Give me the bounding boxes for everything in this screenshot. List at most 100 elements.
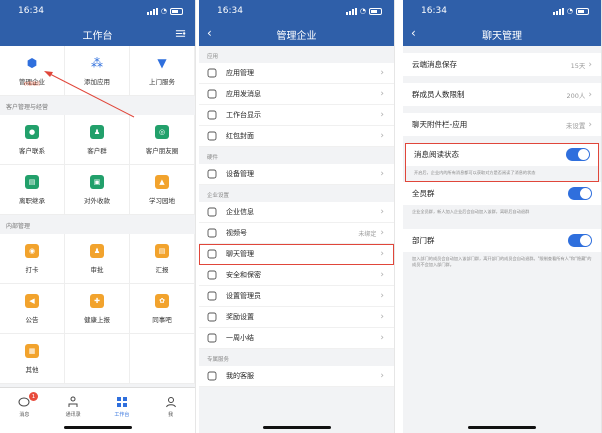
app-label: 审批	[90, 265, 104, 274]
app-more-apps[interactable]: ▦ 其他	[0, 334, 65, 384]
home-indicator	[468, 426, 536, 429]
cloud-message-retention-row[interactable]: 云端消息保存 15天 ›	[403, 53, 601, 76]
manage-enterprise-screen: 16:34 ◔ ‹ 管理企业 应用 应用管理 › 应用发消息 › 工作台显示 › 红包封面 › 硬件设…	[199, 0, 395, 433]
settings-row[interactable]: 设备管理 ›	[199, 164, 394, 185]
display-icon	[207, 110, 217, 120]
report-icon: ▤	[155, 243, 169, 258]
row-label: 消息阅读状态	[414, 150, 459, 159]
row-label: 全员群	[412, 189, 435, 199]
wifi-icon: ◔	[566, 7, 573, 15]
read-status-toggle[interactable]	[566, 148, 590, 161]
settings-row[interactable]: 应用管理 ›	[199, 63, 394, 84]
section-header: 硬件	[207, 155, 219, 161]
tab-profile[interactable]: 我	[146, 388, 195, 433]
app-camera[interactable]: ◎ 客户朋友圈	[130, 115, 195, 165]
app-label: 离职继承	[19, 196, 45, 205]
settings-row[interactable]: 视频号 未绑定 ›	[199, 223, 394, 244]
row-value: 未设置	[565, 121, 586, 130]
chevron-right-icon: ›	[380, 228, 384, 238]
location-icon: ◉	[25, 243, 39, 258]
red-envelope-icon	[207, 131, 217, 141]
top-apps-grid: ⬢ 管理企业 仅管理员 ⁂ 添加应用 ▼ 上门服务	[0, 46, 195, 96]
headset-icon	[207, 371, 217, 381]
grid-plus-icon: ⁂	[90, 55, 104, 70]
chevron-right-icon: ›	[380, 169, 384, 179]
row-label: 群成员人数限制	[412, 90, 465, 99]
app-shield-gear[interactable]: ⬢ 管理企业 仅管理员	[0, 46, 65, 96]
home-indicator	[63, 426, 132, 429]
app-chat[interactable]: ● 客户联系	[0, 115, 65, 165]
settings-row[interactable]: 一周小结 ›	[199, 328, 394, 349]
settings-row[interactable]: 红包封面 ›	[199, 126, 394, 147]
app-megaphone[interactable]: ◀ 公告	[0, 284, 65, 334]
app-report[interactable]: ▤ 汇报	[130, 234, 195, 284]
app-grid-plus[interactable]: ⁂ 添加应用	[65, 46, 130, 96]
section-header: 应用	[207, 54, 219, 60]
section-header: 企业设置	[207, 193, 230, 199]
approve-icon: ♟	[90, 243, 104, 258]
settings-row[interactable]: 企业信息 ›	[199, 202, 394, 223]
chevron-right-icon: ›	[380, 249, 384, 259]
row-label: 企业信息	[226, 208, 254, 216]
app-label: 健康上报	[84, 315, 110, 324]
app-wallet[interactable]: ▣ 对外收款	[65, 165, 130, 215]
chat-attachment-apps-row[interactable]: 聊天附件栏-应用 未设置 ›	[403, 113, 601, 136]
row-label: 应用发消息	[226, 90, 261, 98]
row-label: 视频号	[226, 229, 247, 237]
internal-apps-grid: ◉ 打卡 ♟ 审批 ▤ 汇报 ◀ 公告 ✚ 健康上报 ✿ 同事吧 ▦ 其他	[0, 234, 195, 384]
signal-icon	[552, 7, 564, 15]
page-title: 工作台	[82, 30, 113, 42]
app-label: 对外收款	[84, 196, 110, 205]
settings-row[interactable]: 设置管理员 ›	[199, 286, 394, 307]
video-icon	[207, 228, 217, 238]
chat-management-row[interactable]: 聊天管理 ›	[199, 244, 394, 265]
admin-icon	[207, 291, 217, 301]
app-tie[interactable]: ▼ 上门服务	[130, 46, 195, 96]
app-health[interactable]: ✚ 健康上报	[65, 284, 130, 334]
more-apps-icon: ▦	[25, 343, 39, 358]
department-group-toggle[interactable]	[568, 233, 592, 247]
page-title: 聊天管理	[482, 30, 522, 42]
home-indicator	[262, 426, 331, 429]
settings-row[interactable]: 安全和保密 ›	[199, 265, 394, 286]
app-user[interactable]: ♟ 客户群	[65, 115, 130, 165]
app-label: 添加应用	[84, 77, 110, 86]
settings-menu-icon[interactable]	[175, 28, 186, 39]
nav-bar: ‹ 管理企业	[199, 22, 394, 46]
settings-row[interactable]: 工作台显示 ›	[199, 105, 394, 126]
signal-icon	[345, 7, 357, 15]
row-label: 云端消息保存	[412, 60, 457, 69]
settings-row[interactable]: 我的客服 ›	[199, 366, 394, 387]
tab-label: 通讯录	[65, 412, 81, 418]
workbench-screen: 16:34 ◔ 工作台 ⬢ 管理企业 仅管理员 ⁂ 添加应用 ▼ 上门服务 客户管理与经营 ●…	[0, 0, 196, 433]
health-icon: ✚	[90, 293, 104, 308]
all-staff-group-toggle[interactable]	[568, 187, 592, 201]
app-label: 学习园地	[149, 196, 175, 205]
battery-icon	[170, 7, 183, 15]
row-label: 聊天附件栏-应用	[412, 120, 468, 129]
app-graduation[interactable]: ▲ 学习园地	[130, 165, 195, 215]
read-status-highlight: 消息阅读状态 开启后，企业内的所有消息都可以获取对方是否阅读了消息的状态	[405, 143, 599, 183]
chevron-right-icon: ›	[380, 68, 384, 78]
back-icon[interactable]: ‹	[411, 26, 416, 40]
battery-icon	[576, 7, 589, 15]
battery-icon	[369, 7, 382, 15]
settings-row[interactable]: 奖励设置 ›	[199, 307, 394, 328]
row-label: 奖励设置	[226, 313, 254, 321]
group-member-limit-row[interactable]: 群成员人数限制 200人 ›	[403, 83, 601, 106]
wallet-icon: ▣	[90, 174, 104, 189]
chat-icon: ●	[25, 124, 39, 139]
app-approve[interactable]: ♟ 审批	[65, 234, 130, 284]
chevron-right-icon: ›	[380, 371, 384, 381]
back-icon[interactable]: ‹	[207, 26, 212, 40]
settings-row[interactable]: 应用发消息 ›	[199, 84, 394, 105]
app-document[interactable]: ▤ 离职继承	[0, 165, 65, 215]
document-icon: ▤	[25, 174, 39, 189]
tab-chat-bubble[interactable]: 消息 1	[0, 388, 49, 433]
row-label: 设备管理	[226, 170, 254, 178]
status-bar: 16:34 ◔	[0, 0, 195, 22]
row-label: 应用管理	[226, 69, 254, 77]
chevron-right-icon: ›	[588, 119, 592, 130]
app-location[interactable]: ◉ 打卡	[0, 234, 65, 284]
app-flower[interactable]: ✿ 同事吧	[130, 284, 195, 334]
